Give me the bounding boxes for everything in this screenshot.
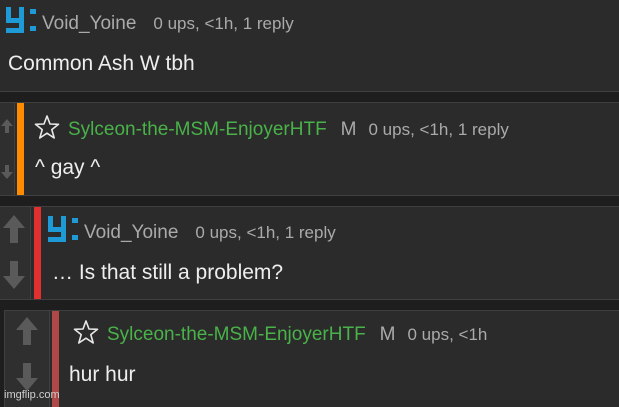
comment-header: Sylceon-the-MSM-EnjoyerHTF M 0 ups, <1h,… xyxy=(34,114,509,145)
comment-header: Void_Yoine 0 ups, <1h, 1 reply xyxy=(6,5,294,42)
star-icon[interactable] xyxy=(73,319,99,350)
star-icon[interactable] xyxy=(34,114,60,145)
username[interactable]: Sylceon-the-MSM-EnjoyerHTF xyxy=(107,324,366,346)
comment-text: Common Ash W tbh xyxy=(8,52,195,75)
comment-text: ^ gay ^ xyxy=(35,156,101,179)
comment-header: Sylceon-the-MSM-EnjoyerHTF M 0 ups, <1h xyxy=(73,319,487,350)
watermark: imgflip.com xyxy=(4,389,60,401)
comment-meta: 0 ups, <1h, 1 reply xyxy=(195,222,336,242)
reply-depth-bar xyxy=(17,103,24,195)
comment-meta: 0 ups, <1h xyxy=(407,324,488,344)
username[interactable]: Void_Yoine xyxy=(84,222,178,244)
comment-2: Sylceon-the-MSM-EnjoyerHTF M 0 ups, <1h,… xyxy=(0,102,619,196)
comment-3: Void_Yoine 0 ups, <1h, 1 reply … Is that… xyxy=(0,206,619,300)
comment-meta: 0 ups, <1h, 1 reply xyxy=(368,119,509,139)
comment-4: Sylceon-the-MSM-EnjoyerHTF M 0 ups, <1h … xyxy=(4,310,619,407)
comment-1: Void_Yoine 0 ups, <1h, 1 reply Common As… xyxy=(0,0,619,92)
moderator-badge: M xyxy=(379,323,396,345)
upvote-arrow-icon[interactable] xyxy=(1,119,13,138)
username[interactable]: Void_Yoine xyxy=(42,13,136,35)
downvote-arrow-icon[interactable] xyxy=(3,261,25,294)
yoine-logo-icon[interactable] xyxy=(48,214,82,251)
comment-text: … Is that still a problem? xyxy=(52,261,284,284)
vote-column xyxy=(0,207,31,299)
comment-meta: 0 ups, <1h, 1 reply xyxy=(153,13,294,33)
username[interactable]: Sylceon-the-MSM-EnjoyerHTF xyxy=(68,119,327,141)
comment-text: hur hur xyxy=(69,363,136,386)
upvote-arrow-icon[interactable] xyxy=(3,215,25,248)
reply-depth-bar xyxy=(34,207,41,299)
vote-column xyxy=(0,103,15,195)
yoine-logo-icon[interactable] xyxy=(6,5,40,42)
comment-header: Void_Yoine 0 ups, <1h, 1 reply xyxy=(48,214,336,251)
downvote-arrow-icon[interactable] xyxy=(1,165,13,184)
moderator-badge: M xyxy=(340,118,357,140)
upvote-arrow-icon[interactable] xyxy=(16,317,38,350)
